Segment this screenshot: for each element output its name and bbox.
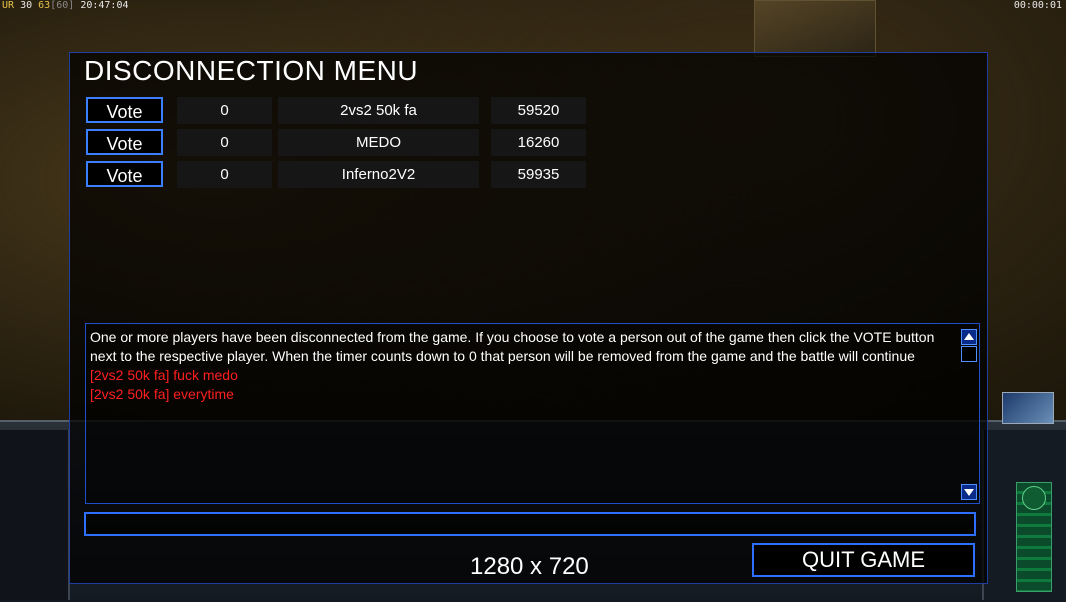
quit-game-button[interactable]: QUIT GAME	[752, 543, 975, 577]
scroll-down-button[interactable]	[961, 484, 977, 500]
vote-count: 0	[177, 97, 272, 124]
disconnect-info-text: One or more players have been disconnect…	[90, 329, 935, 364]
chat-scrollbar[interactable]	[959, 324, 979, 503]
disconnect-timer: 16260	[491, 129, 586, 156]
player-name: 2vs2 50k fa	[278, 97, 479, 124]
hud-value-c: [60]	[50, 0, 75, 11]
game-timer: 00:00:01	[1013, 0, 1062, 11]
vote-button[interactable]: Vote	[86, 161, 163, 187]
vote-count: 0	[177, 129, 272, 156]
player-name: MEDO	[278, 129, 479, 156]
chat-message: [2vs2 50k fa] everytime	[90, 386, 234, 402]
game-structure-background	[754, 0, 876, 57]
hud-value-b: 63	[38, 0, 51, 11]
arrow-up-icon	[964, 333, 974, 340]
hud-clock: 20:47:04	[80, 0, 129, 11]
scroll-up-button[interactable]	[961, 329, 977, 345]
arrow-down-icon	[964, 489, 974, 496]
scroll-thumb[interactable]	[961, 346, 977, 362]
chat-message: [2vs2 50k fa] fuck medo	[90, 367, 238, 383]
hud-value-a: 30	[20, 0, 33, 11]
hud-stats: UR 30 63[60] 20:47:04	[2, 0, 129, 11]
chat-log: One or more players have been disconnect…	[85, 323, 980, 504]
chat-text: One or more players have been disconnect…	[90, 328, 950, 404]
vote-button[interactable]: Vote	[86, 97, 163, 123]
satellite-icon	[1002, 392, 1054, 424]
disconnection-dialog: DISCONNECTION MENU Vote 0 2vs2 50k fa 59…	[69, 52, 988, 584]
disconnect-timer: 59935	[491, 161, 586, 188]
disconnect-timer: 59520	[491, 97, 586, 124]
player-name: Inferno2V2	[278, 161, 479, 188]
control-bar-left-panel	[0, 430, 70, 600]
chat-input[interactable]	[84, 512, 976, 536]
dialog-title: DISCONNECTION MENU	[84, 55, 419, 86]
hud-ur-label: UR	[2, 0, 15, 11]
faction-emblem-icon	[1022, 486, 1046, 510]
resolution-label: 1280 x 720	[470, 553, 589, 580]
vote-button[interactable]: Vote	[86, 129, 163, 155]
vote-count: 0	[177, 161, 272, 188]
